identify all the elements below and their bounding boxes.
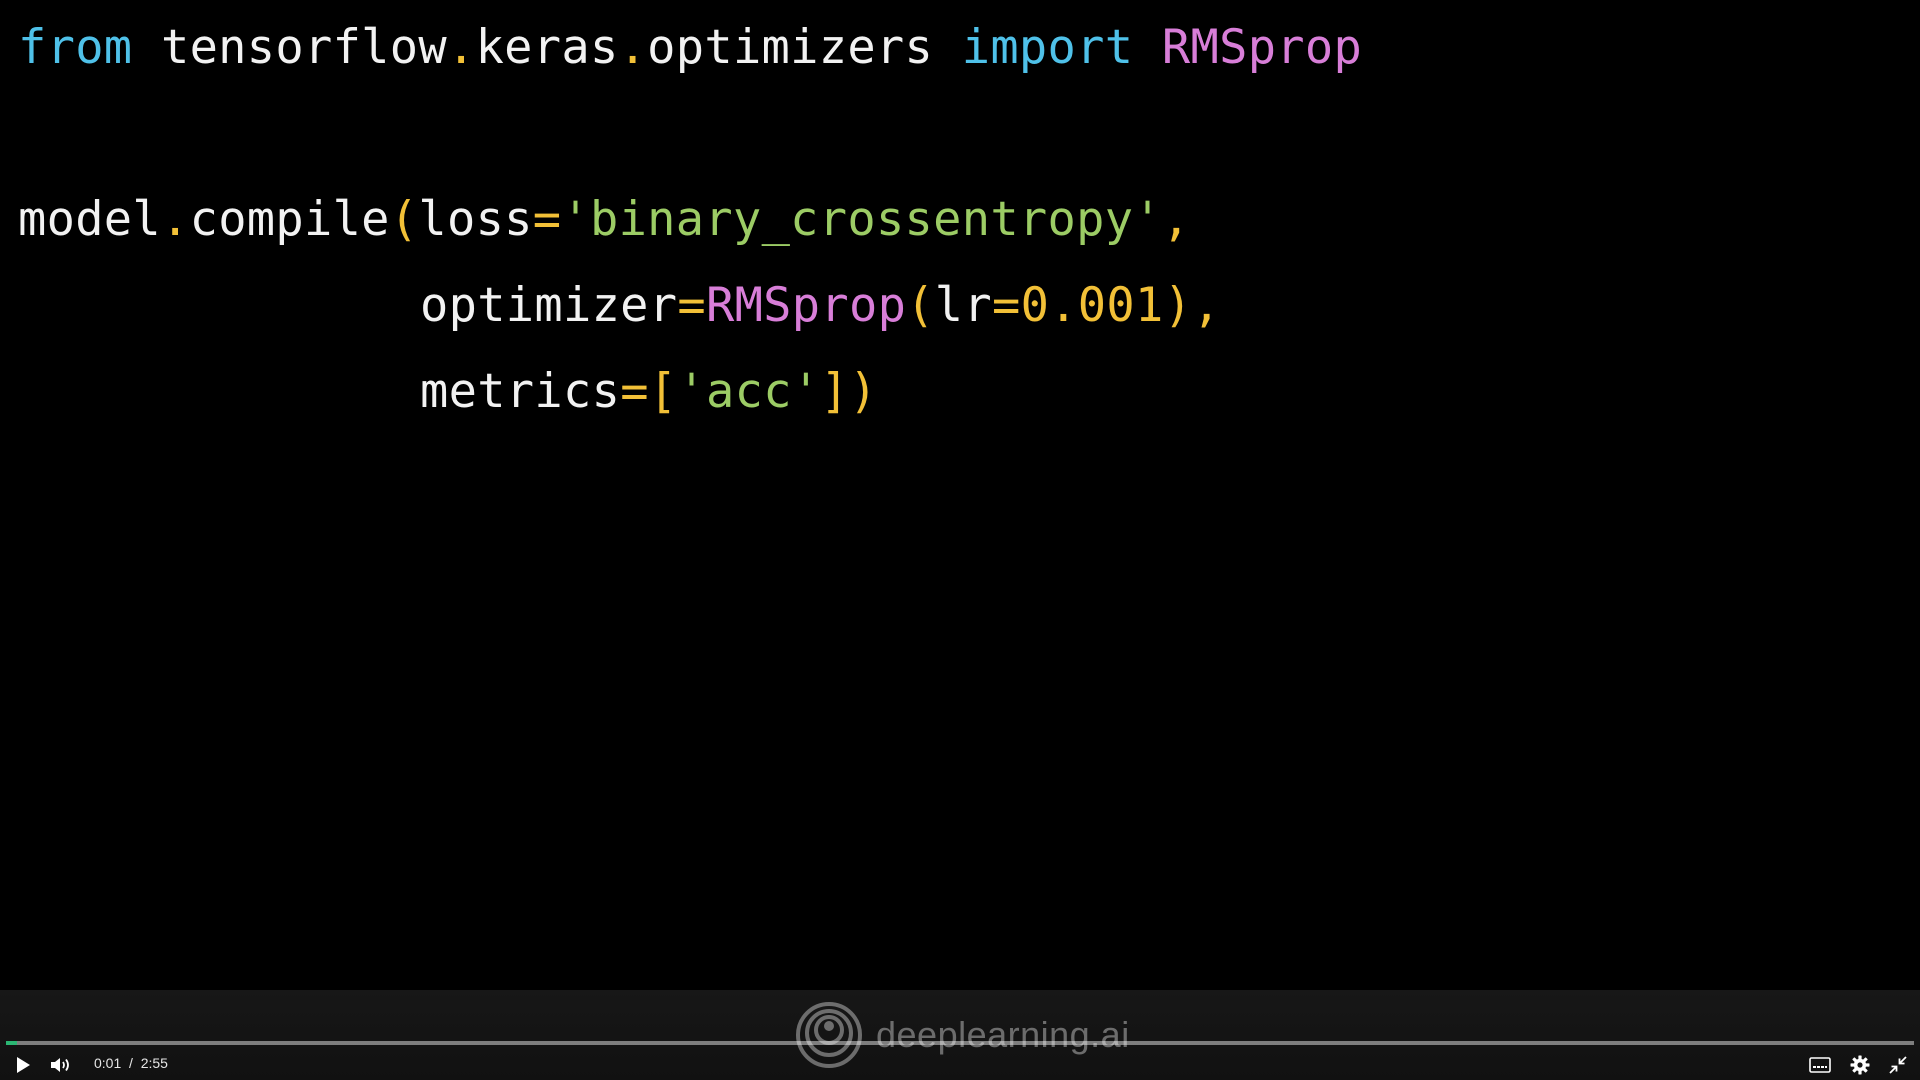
code-token: ): [1163, 278, 1193, 333]
captions-icon: [1809, 1057, 1831, 1073]
code-token: lr: [934, 278, 992, 333]
code-token: 0.001: [1020, 278, 1164, 333]
code-token: model: [18, 192, 161, 247]
code-token: .: [160, 192, 190, 247]
code-token: ,: [1161, 192, 1191, 247]
code-token: =: [620, 364, 649, 419]
code-token: =: [991, 278, 1021, 333]
code-line-metrics: metrics=['acc']): [420, 362, 878, 422]
code-token: ): [849, 364, 878, 419]
code-line-compile: model.compile(loss='binary_crossentropy'…: [18, 190, 1191, 250]
exit-fullscreen-icon: [1889, 1056, 1907, 1074]
code-token: .: [446, 20, 476, 75]
code-token: =: [532, 192, 562, 247]
player-controls: 0:01 / 2:55: [0, 1050, 1920, 1080]
code-token: (: [906, 278, 935, 333]
exit-fullscreen-button[interactable]: [1884, 1052, 1912, 1078]
time-separator: /: [129, 1055, 133, 1071]
code-token: loss: [418, 192, 533, 247]
play-button[interactable]: [10, 1052, 36, 1078]
code-token: RMSprop: [705, 278, 907, 333]
code-token: tensorflow: [132, 20, 447, 75]
settings-button[interactable]: [1846, 1052, 1874, 1078]
code-token: optimizers: [647, 20, 962, 75]
progress-bar[interactable]: [6, 1041, 1914, 1045]
time-display: 0:01 / 2:55: [94, 1055, 168, 1071]
progress-fill: [6, 1041, 18, 1045]
code-token: [: [648, 364, 678, 419]
code-token: ]: [820, 364, 849, 419]
code-token: keras: [475, 20, 619, 75]
video-player[interactable]: from tensorflow.keras.optimizers import …: [0, 0, 1920, 1080]
gear-icon: [1850, 1055, 1870, 1075]
captions-button[interactable]: [1806, 1052, 1834, 1078]
code-token: .: [618, 20, 648, 75]
code-token: 'acc': [677, 364, 821, 419]
volume-button[interactable]: [46, 1052, 76, 1078]
code-token: import: [961, 20, 1134, 75]
play-icon: [17, 1057, 30, 1073]
code-token: =: [677, 278, 706, 333]
current-time: 0:01: [94, 1055, 122, 1071]
code-token: RMSprop: [1133, 20, 1363, 75]
code-line-import: from tensorflow.keras.optimizers import …: [18, 18, 1362, 78]
code-token: 'binary_crossentropy': [561, 192, 1162, 247]
code-token: from: [18, 20, 133, 75]
code-token: (: [389, 192, 419, 247]
code-token: optimizer: [420, 278, 678, 333]
code-token: compile: [189, 192, 390, 247]
code-line-optimizer: optimizer=RMSprop(lr=0.001),: [420, 276, 1221, 336]
duration: 2:55: [140, 1055, 168, 1071]
code-token: ,: [1192, 278, 1221, 333]
volume-icon: [51, 1058, 69, 1072]
video-frame[interactable]: from tensorflow.keras.optimizers import …: [0, 0, 1920, 990]
code-token: metrics: [420, 364, 621, 419]
